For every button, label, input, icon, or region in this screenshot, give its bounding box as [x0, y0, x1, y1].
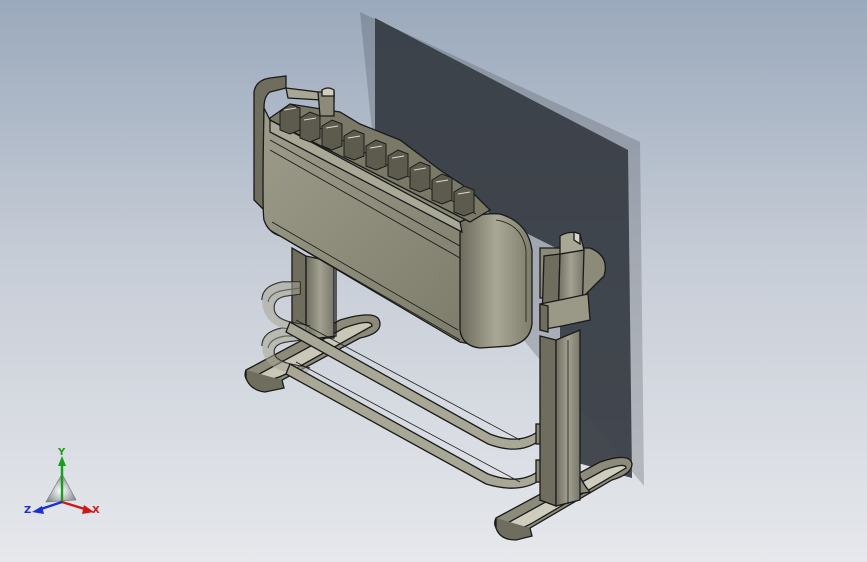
z-axis-arrow: [32, 506, 44, 514]
model-view[interactable]: [0, 0, 867, 562]
graphics-viewport[interactable]: Y X Z: [0, 0, 867, 562]
left-post[interactable]: [317, 87, 335, 117]
right-leg[interactable]: [539, 329, 581, 507]
y-axis-label: Y: [58, 447, 66, 458]
z-axis-label: Z: [24, 505, 32, 516]
x-axis-label: X: [92, 505, 100, 516]
axis-triad[interactable]: Y X Z: [24, 448, 104, 524]
